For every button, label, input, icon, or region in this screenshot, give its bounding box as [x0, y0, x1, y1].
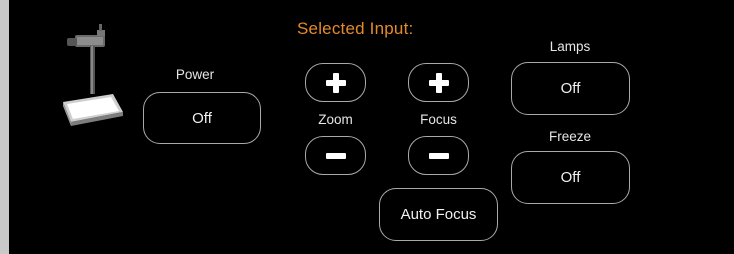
power-button[interactable]: Off: [143, 92, 261, 144]
lamps-button[interactable]: Off: [511, 62, 630, 115]
plus-icon: [428, 72, 450, 94]
auto-focus-label: Auto Focus: [400, 206, 477, 223]
freeze-value: Off: [560, 169, 581, 186]
zoom-in-button[interactable]: [305, 63, 366, 102]
lamps-value: Off: [560, 80, 581, 97]
focus-in-button[interactable]: [408, 63, 469, 102]
document-camera-icon: [57, 20, 127, 128]
plus-icon: [325, 72, 347, 94]
minus-icon: [325, 145, 347, 167]
freeze-button[interactable]: Off: [511, 151, 630, 204]
selected-input-title: Selected Input:: [297, 19, 414, 38]
focus-label: Focus: [420, 112, 457, 127]
minus-icon: [428, 145, 450, 167]
power-label: Power: [175, 67, 215, 82]
power-value: Off: [192, 109, 212, 127]
control-panel: Selected Input: Power Off Zoom Focus Aut…: [9, 0, 734, 254]
focus-out-button[interactable]: [408, 136, 469, 175]
freeze-label: Freeze: [548, 129, 592, 144]
zoom-out-button[interactable]: [305, 136, 366, 175]
lamps-label: Lamps: [549, 39, 591, 54]
zoom-label: Zoom: [318, 112, 353, 127]
auto-focus-button[interactable]: Auto Focus: [379, 188, 498, 241]
